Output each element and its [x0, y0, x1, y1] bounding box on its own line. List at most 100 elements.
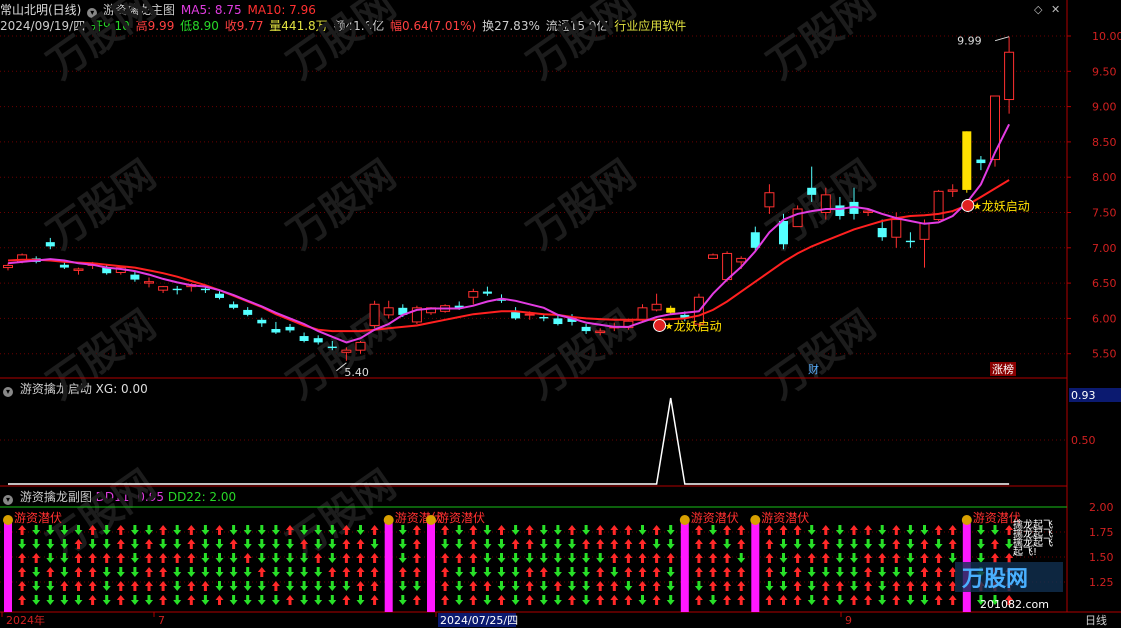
down-arrow-icon [145, 525, 153, 535]
watermark-text: 万股网 [759, 0, 884, 88]
candle-body-down [59, 264, 69, 268]
down-arrow-icon [356, 595, 365, 605]
up-arrow-icon [243, 553, 252, 563]
up-arrow-icon [892, 553, 901, 563]
down-arrow-icon [243, 539, 252, 549]
down-arrow-icon [666, 525, 675, 535]
down-arrow-icon [610, 567, 619, 577]
up-arrow-icon [610, 539, 619, 549]
down-arrow-icon [525, 553, 534, 563]
signal-axis-label: 1.50 [1089, 551, 1114, 564]
up-arrow-icon [525, 525, 534, 535]
down-arrow-icon [173, 595, 182, 605]
down-arrow-icon [32, 567, 41, 577]
up-arrow-icon [864, 581, 873, 591]
up-arrow-icon [652, 595, 661, 605]
star-icon: ★ [973, 201, 982, 212]
up-arrow-icon [892, 525, 901, 535]
up-arrow-icon [441, 581, 450, 591]
up-arrow-icon [864, 567, 873, 577]
up-arrow-icon [920, 567, 929, 577]
up-arrow-icon [793, 553, 802, 563]
down-arrow-icon [286, 553, 294, 563]
watermark-text: 万股网 [279, 0, 404, 88]
down-arrow-icon [130, 525, 139, 535]
down-arrow-icon [102, 595, 111, 605]
down-arrow-icon [807, 525, 816, 535]
up-arrow-icon [18, 553, 27, 563]
down-arrow-icon [32, 595, 41, 605]
down-arrow-icon [46, 595, 55, 605]
time-axis-layer: 2024年 7 2024/07/25/四 9 日线 [1, 612, 1107, 627]
down-arrow-icon [173, 567, 182, 577]
candle-body-down [243, 309, 253, 315]
down-arrow-icon [455, 539, 464, 549]
down-arrow-icon [455, 595, 464, 605]
signal-bar [4, 520, 12, 612]
up-arrow-icon [920, 553, 929, 563]
down-arrow-icon [229, 553, 238, 563]
down-arrow-icon [878, 567, 887, 577]
up-arrow-icon [88, 567, 97, 577]
watermark-text: 万股网 [39, 152, 164, 259]
down-arrow-icon [201, 567, 210, 577]
up-arrow-icon [638, 567, 647, 577]
money-bag-icon [383, 515, 394, 525]
up-arrow-icon [187, 553, 196, 563]
down-arrow-icon [553, 525, 562, 535]
up-arrow-icon [723, 525, 732, 535]
up-arrow-icon [694, 525, 703, 535]
down-arrow-icon [666, 595, 675, 605]
time-axis-label: 2024年 [6, 613, 45, 627]
candle-body-down [327, 346, 337, 349]
up-arrow-icon [469, 525, 478, 535]
down-arrow-icon [441, 539, 450, 549]
up-arrow-icon [74, 567, 83, 577]
up-arrow-icon [821, 539, 830, 549]
down-arrow-icon [300, 581, 309, 591]
up-arrow-icon [948, 525, 957, 535]
candle-body-down [130, 274, 140, 280]
down-arrow-icon [32, 581, 41, 591]
up-arrow-icon [821, 525, 830, 535]
up-arrow-icon [991, 553, 999, 563]
chart-canvas[interactable]: 万股网 万股网 万股网 万股网万股网 万股网 万股网 万股网万股网 万股网 万股网 万股网万股网万… [0, 0, 1121, 628]
down-arrow-icon [835, 567, 844, 577]
up-arrow-icon [18, 567, 27, 577]
up-arrow-icon [187, 595, 196, 605]
down-arrow-icon [116, 567, 125, 577]
watermark-text: 万股网 [279, 152, 404, 259]
money-bag-icon [679, 515, 690, 525]
down-arrow-icon [215, 539, 224, 549]
high-pointer [994, 36, 1010, 42]
up-arrow-icon [765, 595, 774, 605]
up-arrow-icon [723, 553, 732, 563]
up-arrow-icon [257, 567, 266, 577]
down-arrow-icon [469, 567, 478, 577]
up-arrow-icon [821, 595, 830, 605]
up-arrow-icon [145, 553, 153, 563]
kline-chart-window: 常山北明(日线) ▾ 游资擒龙主图 MA5: 8.75 MA10: 7.96 ◇… [0, 0, 1121, 628]
up-arrow-icon [991, 539, 999, 549]
down-arrow-icon [553, 567, 562, 577]
signal-label: 游资潜伏 [437, 511, 485, 525]
up-arrow-icon [356, 581, 365, 591]
price-axis-label: 7.00 [1092, 242, 1117, 255]
watermark-layer: 万股网 万股网 万股网 万股网万股网 万股网 万股网 万股网万股网 万股网 万股网 万股网万股网万… [39, 0, 884, 568]
down-arrow-icon [243, 525, 252, 535]
candle-body-up [341, 349, 352, 353]
down-arrow-icon [497, 567, 506, 577]
down-arrow-icon [60, 595, 69, 605]
down-arrow-icon [215, 567, 224, 577]
up-arrow-icon [934, 595, 943, 605]
watermark-text: 万股网 [279, 302, 404, 409]
up-arrow-icon [356, 539, 365, 549]
up-arrow-icon [765, 553, 774, 563]
up-arrow-icon [694, 553, 703, 563]
down-arrow-icon [807, 595, 816, 605]
time-axis-label: 7 [158, 614, 165, 627]
candle-body-up [990, 95, 1000, 161]
down-arrow-icon [539, 539, 548, 549]
up-arrow-icon [1005, 525, 1014, 535]
up-arrow-icon [934, 567, 943, 577]
